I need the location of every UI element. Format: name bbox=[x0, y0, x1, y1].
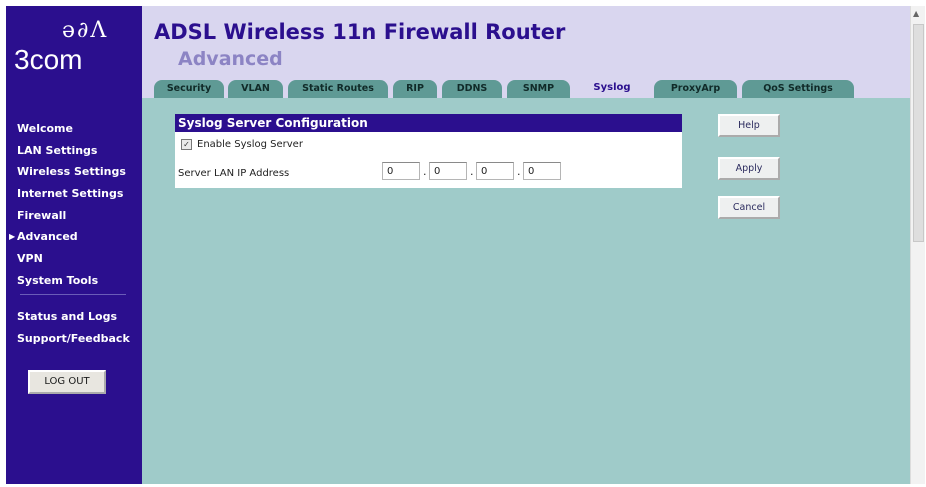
ip-octet-2-input[interactable]: 0 bbox=[429, 162, 467, 180]
ip-octet-1-input[interactable]: 0 bbox=[382, 162, 420, 180]
sidebar-item-label: Firewall bbox=[17, 208, 67, 222]
sidebar-item-firewall[interactable]: Firewall bbox=[6, 205, 142, 227]
tab-proxyarp[interactable]: ProxyArp bbox=[654, 80, 737, 98]
sidebar-item-system-tools[interactable]: System Tools bbox=[6, 270, 142, 292]
ip-separator: . bbox=[517, 165, 521, 178]
tab-ddns[interactable]: DDNS bbox=[442, 80, 502, 98]
logout-button[interactable]: LOG OUT bbox=[28, 370, 106, 394]
page-header: ADSL Wireless 11n Firewall Router Advanc… bbox=[142, 6, 910, 98]
sidebar-item-label: Status and Logs bbox=[17, 310, 118, 323]
sidebar-item-advanced[interactable]: ▶ Advanced bbox=[6, 226, 142, 248]
sidebar-item-wireless-settings[interactable]: Wireless Settings bbox=[6, 161, 142, 183]
sidebar-item-label: Internet Settings bbox=[17, 187, 124, 201]
tab-bar: Security VLAN Static Routes RIP DDNS SNM… bbox=[142, 78, 910, 98]
sidebar-item-welcome[interactable]: Welcome bbox=[6, 118, 142, 140]
3com-logo-text: 3com bbox=[14, 44, 83, 75]
tab-security[interactable]: Security bbox=[154, 80, 224, 98]
ip-octet-3-input[interactable]: 0 bbox=[476, 162, 514, 180]
panel-title: Syslog Server Configuration bbox=[175, 114, 682, 132]
tab-vlan[interactable]: VLAN bbox=[228, 80, 283, 98]
ip-separator: . bbox=[470, 165, 474, 178]
enable-syslog-row: ✓ Enable Syslog Server bbox=[181, 136, 303, 152]
sidebar-divider bbox=[20, 294, 126, 295]
apply-button[interactable]: Apply bbox=[718, 157, 780, 180]
server-ip-label: Server LAN IP Address bbox=[178, 168, 290, 179]
sidebar-item-label: LAN Settings bbox=[17, 143, 98, 157]
sidebar-item-status-and-logs[interactable]: Status and Logs bbox=[6, 306, 142, 328]
sidebar-item-label: System Tools bbox=[17, 273, 99, 287]
main-content: Syslog Server Configuration ✓ Enable Sys… bbox=[142, 98, 910, 484]
page-title: ADSL Wireless 11n Firewall Router bbox=[154, 20, 566, 44]
sidebar-item-label: VPN bbox=[17, 252, 43, 266]
3com-logo-icon: ə∂Ʌ bbox=[62, 18, 109, 43]
help-button[interactable]: Help bbox=[718, 114, 780, 137]
sidebar-item-label: Welcome bbox=[17, 122, 73, 135]
sidebar-item-lan-settings[interactable]: LAN Settings bbox=[6, 140, 142, 162]
enable-syslog-label: Enable Syslog Server bbox=[197, 138, 303, 150]
vertical-scrollbar[interactable]: ▲ bbox=[910, 6, 925, 484]
enable-syslog-checkbox[interactable]: ✓ bbox=[181, 138, 192, 150]
sidebar: ə∂Ʌ 3com Welcome LAN Settings Wireless S… bbox=[6, 6, 142, 484]
sidebar-secondary-nav: Status and Logs Support/Feedback bbox=[6, 306, 142, 349]
scrollbar-thumb[interactable] bbox=[913, 24, 924, 242]
sidebar-item-label: Advanced bbox=[17, 230, 78, 244]
ip-octet-4-input[interactable]: 0 bbox=[523, 162, 561, 180]
tab-snmp[interactable]: SNMP bbox=[507, 80, 570, 98]
router-admin-window: ə∂Ʌ 3com Welcome LAN Settings Wireless S… bbox=[6, 6, 910, 484]
ip-separator: . bbox=[423, 165, 427, 178]
cancel-button[interactable]: Cancel bbox=[718, 196, 780, 219]
active-arrow-icon: ▶ bbox=[9, 232, 16, 242]
sidebar-item-vpn[interactable]: VPN bbox=[6, 248, 142, 270]
tab-static-routes[interactable]: Static Routes bbox=[288, 80, 388, 98]
sidebar-item-support-feedback[interactable]: Support/Feedback bbox=[6, 328, 142, 350]
section-subtitle: Advanced bbox=[178, 48, 283, 70]
scroll-up-icon[interactable]: ▲ bbox=[913, 9, 919, 18]
tab-qos-settings[interactable]: QoS Settings bbox=[742, 80, 854, 98]
sidebar-item-internet-settings[interactable]: Internet Settings bbox=[6, 183, 142, 205]
syslog-config-panel: Syslog Server Configuration ✓ Enable Sys… bbox=[175, 114, 682, 188]
tab-syslog[interactable]: Syslog bbox=[575, 78, 649, 98]
sidebar-nav: Welcome LAN Settings Wireless Settings I… bbox=[6, 118, 142, 292]
sidebar-item-label: Support/Feedback bbox=[17, 331, 130, 345]
sidebar-item-label: Wireless Settings bbox=[17, 165, 126, 179]
tab-rip[interactable]: RIP bbox=[393, 80, 437, 98]
